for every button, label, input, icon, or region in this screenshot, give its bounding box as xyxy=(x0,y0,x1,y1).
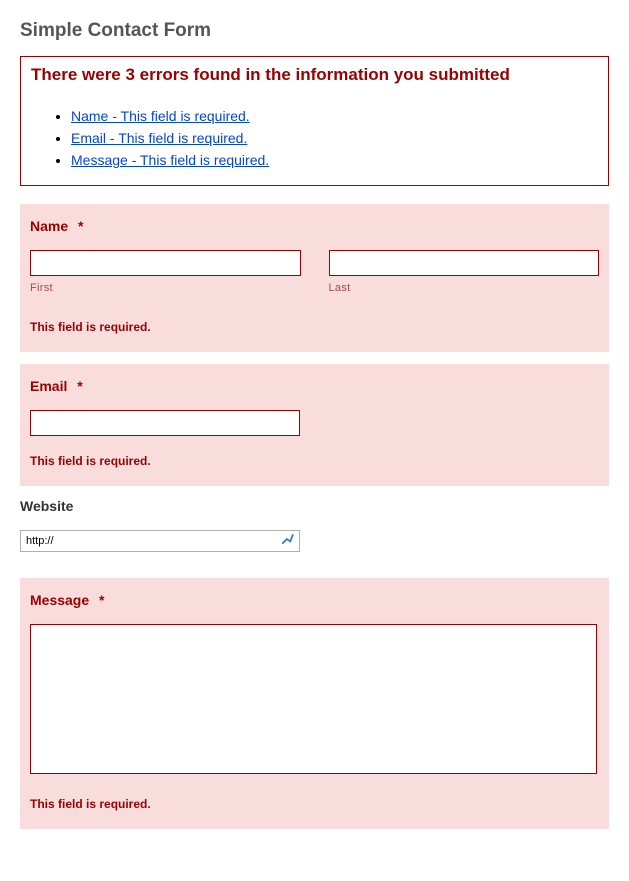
error-link-message[interactable]: Message - This field is required. xyxy=(71,152,269,168)
name-error-message: This field is required. xyxy=(30,320,599,334)
website-label-text: Website xyxy=(20,498,73,514)
message-textarea-wrap xyxy=(30,624,597,779)
error-link-email[interactable]: Email - This field is required. xyxy=(71,130,247,146)
website-field-section: Website xyxy=(20,498,609,566)
error-summary-list: Name - This field is required. Email - T… xyxy=(31,105,598,171)
email-error-message: This field is required. xyxy=(30,454,599,468)
first-name-col: First xyxy=(30,250,301,294)
required-mark: * xyxy=(99,592,104,608)
page-title: Simple Contact Form xyxy=(20,20,609,42)
message-field-section: Message * This field is required. xyxy=(20,578,609,829)
email-label-text: Email xyxy=(30,378,67,394)
error-summary-heading: There were 3 errors found in the informa… xyxy=(31,65,598,85)
name-label: Name * xyxy=(30,218,599,234)
email-field-section: Email * This field is required. xyxy=(20,364,609,486)
required-mark: * xyxy=(78,218,83,234)
website-input[interactable] xyxy=(20,530,300,552)
first-name-sublabel: First xyxy=(30,282,301,294)
name-label-text: Name xyxy=(30,218,68,234)
error-link-name[interactable]: Name - This field is required. xyxy=(71,108,250,124)
website-label: Website xyxy=(20,498,609,514)
name-row: First Last xyxy=(30,250,599,294)
last-name-input[interactable] xyxy=(329,250,600,276)
last-name-sublabel: Last xyxy=(329,282,600,294)
website-input-wrap xyxy=(20,530,300,552)
error-summary-item: Email - This field is required. xyxy=(71,127,598,149)
error-summary-item: Name - This field is required. xyxy=(71,105,598,127)
first-name-input[interactable] xyxy=(30,250,301,276)
email-input[interactable] xyxy=(30,410,300,436)
error-summary-box: There were 3 errors found in the informa… xyxy=(20,56,609,186)
error-summary-item: Message - This field is required. xyxy=(71,149,598,171)
message-label: Message * xyxy=(30,592,599,608)
last-name-col: Last xyxy=(329,250,600,294)
email-label: Email * xyxy=(30,378,599,394)
required-mark: * xyxy=(77,378,82,394)
name-field-section: Name * First Last This field is required… xyxy=(20,204,609,352)
message-textarea[interactable] xyxy=(30,624,597,774)
message-error-message: This field is required. xyxy=(30,797,599,811)
message-label-text: Message xyxy=(30,592,89,608)
email-input-wrap xyxy=(30,410,300,436)
